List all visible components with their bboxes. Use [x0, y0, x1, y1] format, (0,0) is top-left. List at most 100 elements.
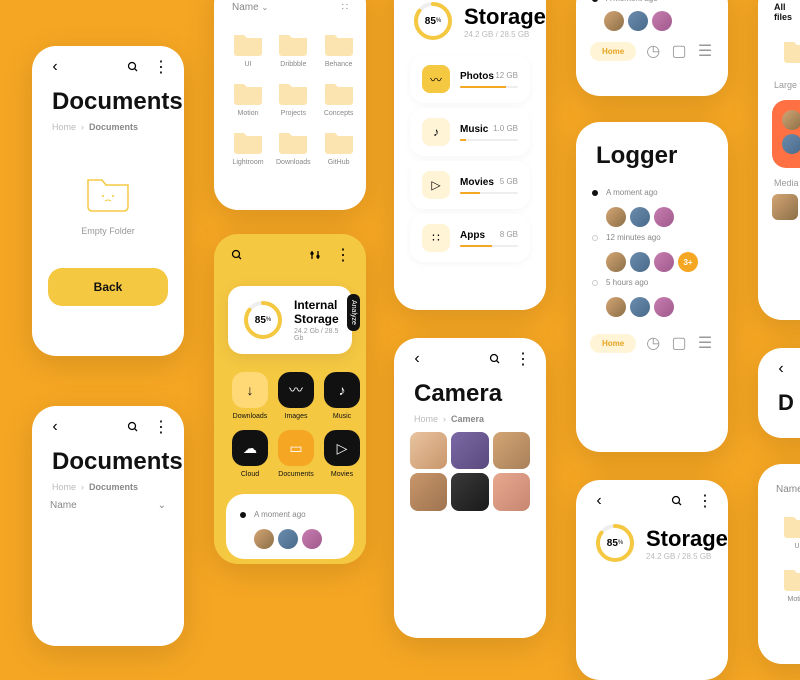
category-label: Downloads [233, 413, 268, 420]
folder-item[interactable]: GitHub [319, 125, 359, 170]
search-icon[interactable] [488, 352, 502, 366]
back-button[interactable]: Back [48, 268, 168, 306]
storage-card[interactable]: 85% InternalStorage24.2 Gb / 28.5 Gb Ana… [228, 286, 352, 354]
avatar[interactable] [606, 252, 626, 272]
avatar[interactable] [630, 297, 650, 317]
large-files-card[interactable] [772, 100, 800, 168]
folder-item[interactable]: UI [228, 27, 268, 72]
category-item[interactable]: 〰Images [278, 372, 314, 420]
folder-item[interactable]: Projects [272, 76, 315, 121]
section-all-files: All files [774, 2, 800, 22]
folder-item[interactable]: Lightroom [228, 125, 268, 170]
folder-icon[interactable] [782, 566, 800, 592]
folder-icon[interactable] [782, 38, 800, 64]
menu-icon[interactable]: ☰ [696, 39, 714, 63]
analyze-button[interactable]: Analyze [347, 294, 360, 331]
recent-label: A moment ago [254, 510, 306, 519]
category-item[interactable]: ♪Music [324, 372, 360, 420]
storage-category[interactable]: ∷Apps8 GB [410, 214, 530, 262]
avatar[interactable] [654, 207, 674, 227]
photo-thumb[interactable] [451, 432, 488, 469]
media-thumb[interactable] [772, 194, 798, 220]
screen-logger: Logger A moment ago12 minutes ago3+5 hou… [576, 122, 728, 452]
photo-thumb[interactable] [493, 432, 530, 469]
photo-thumb[interactable] [410, 432, 447, 469]
avatar-more[interactable]: 3+ [678, 252, 698, 272]
tab-home[interactable]: Home [590, 334, 636, 353]
category-item[interactable]: ↓ Downloads [232, 372, 268, 420]
timeline-dot [240, 512, 246, 518]
folder-icon[interactable]: ▢ [670, 331, 688, 355]
category-icon: ▷ [324, 430, 360, 466]
empty-label: Empty Folder [81, 226, 135, 236]
avatar[interactable] [254, 529, 274, 549]
avatar[interactable] [606, 207, 626, 227]
category-item[interactable]: ☁Cloud [232, 430, 268, 478]
search-icon[interactable] [126, 60, 140, 74]
folder-item[interactable]: Motion [228, 76, 268, 121]
search-icon[interactable] [126, 420, 140, 434]
more-icon[interactable]: ⋮ [154, 420, 168, 434]
avatar[interactable] [604, 11, 624, 31]
category-item[interactable]: ▭Documents [278, 430, 314, 478]
chevron-down-icon[interactable]: ⌄ [261, 3, 268, 12]
section-large-files: Large files [774, 80, 800, 90]
more-icon[interactable]: ⋮ [698, 494, 712, 508]
avatar[interactable] [654, 252, 674, 272]
screen-camera: ‹⋮ Camera Home › Camera [394, 338, 546, 638]
avatar[interactable] [630, 207, 650, 227]
menu-icon[interactable]: ☰ [696, 331, 714, 355]
avatar[interactable] [654, 297, 674, 317]
folder-icon[interactable]: ▢ [670, 39, 688, 63]
photo-thumb[interactable] [493, 473, 530, 510]
folder-icon[interactable] [782, 513, 800, 539]
avatar[interactable] [278, 529, 298, 549]
filter-icon[interactable] [308, 248, 322, 262]
storage-title: Storage [646, 526, 728, 552]
breadcrumb: Home › Documents [32, 122, 184, 132]
recent-label: A moment ago [606, 0, 658, 3]
category-icon: 〰 [278, 372, 314, 408]
category-item[interactable]: ▷Movies [324, 430, 360, 478]
search-icon[interactable] [670, 494, 684, 508]
more-icon[interactable]: ⋮ [336, 248, 350, 262]
more-icon[interactable]: ⋮ [516, 352, 530, 366]
avatar[interactable] [628, 11, 648, 31]
grid-view-icon[interactable]: ∷ [342, 2, 348, 13]
storage-category[interactable]: ▷Movies5 GB [410, 161, 530, 209]
sort-label[interactable]: Name [50, 500, 77, 511]
folder-item[interactable]: Dribbble [272, 27, 315, 72]
avatar[interactable] [630, 252, 650, 272]
back-icon[interactable]: ‹ [48, 60, 62, 74]
category-size: 12 GB [495, 71, 518, 82]
clock-icon[interactable]: ◷ [644, 331, 662, 355]
more-icon[interactable]: ⋮ [154, 60, 168, 74]
chevron-down-icon[interactable]: ⌄ [158, 500, 166, 511]
photo-thumb[interactable] [451, 473, 488, 510]
back-icon[interactable]: ‹ [48, 420, 62, 434]
folder-label: GitHub [328, 159, 350, 166]
storage-category[interactable]: ♪Music1.0 GB [410, 108, 530, 156]
timeline-dot [592, 280, 598, 286]
avatar[interactable] [302, 529, 322, 549]
search-icon[interactable] [230, 248, 244, 262]
sort-label[interactable]: Name [776, 484, 800, 495]
category-label: Music [333, 413, 351, 420]
folder-item[interactable]: Behance [319, 27, 359, 72]
folder-item[interactable]: Downloads [272, 125, 315, 170]
back-icon[interactable]: ‹ [774, 362, 788, 376]
back-icon[interactable]: ‹ [592, 494, 606, 508]
storage-ring: 85% [412, 0, 454, 42]
category-icon: ↓ [232, 372, 268, 408]
back-icon[interactable]: ‹ [410, 352, 424, 366]
folder-item[interactable]: Concepts [319, 76, 359, 121]
tab-home[interactable]: Home [590, 42, 636, 61]
storage-category[interactable]: 〰Photos12 GB [410, 55, 530, 103]
avatar[interactable] [652, 11, 672, 31]
clock-icon[interactable]: ◷ [644, 39, 662, 63]
avatar[interactable] [606, 297, 626, 317]
category-size: 1.0 GB [493, 124, 518, 135]
photo-thumb[interactable] [410, 473, 447, 510]
storage-detail: 24.2 GB / 28.5 GB [646, 552, 728, 561]
sort-label[interactable]: Name [232, 2, 259, 13]
